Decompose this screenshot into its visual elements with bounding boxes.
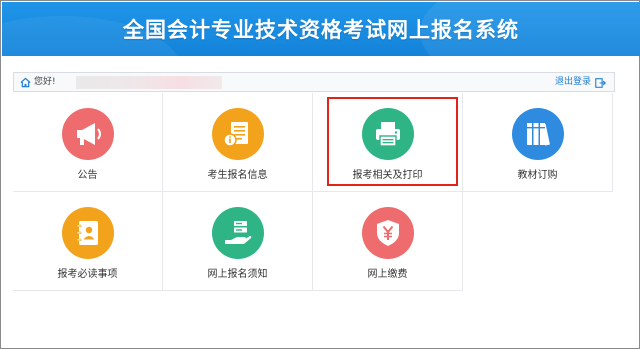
logout-label[interactable]: 退出登录 — [555, 77, 591, 88]
tile-label: 报考相关及打印 — [352, 170, 423, 181]
menu-grid: 公告 考生报名信息 报考相关及打印 教材订购 报考必读事项 网上报名须知 网上缴… — [13, 93, 613, 291]
greeting-text: 您好! — [34, 77, 56, 87]
hand-card-icon — [211, 207, 264, 259]
megaphone-icon — [61, 108, 114, 160]
tile-online-notice[interactable]: 网上报名须知 — [163, 192, 313, 291]
tile-candidate-info[interactable]: 考生报名信息 — [163, 93, 313, 192]
logout-icon[interactable] — [595, 77, 606, 88]
document-info-icon — [211, 108, 264, 160]
tile-label: 网上缴费 — [367, 269, 408, 280]
tile-registration-print[interactable]: 报考相关及打印 — [313, 93, 463, 192]
logout-link[interactable]: 退出登录 — [555, 77, 606, 88]
tile-label: 报考必读事项 — [57, 269, 118, 280]
masked-username — [76, 76, 222, 89]
tile-label: 教材订购 — [517, 170, 558, 181]
tile-label: 公告 — [77, 170, 98, 181]
tile-label: 网上报名须知 — [207, 269, 268, 280]
home-icon[interactable] — [20, 77, 31, 88]
tile-online-payment[interactable]: 网上缴费 — [313, 192, 463, 291]
tile-must-read[interactable]: 报考必读事项 — [13, 192, 163, 291]
page-title: 全国会计专业技术资格考试网上报名系统 — [123, 18, 519, 42]
header-banner: 全国会计专业技术资格考试网上报名系统 — [2, 2, 640, 56]
printer-icon — [361, 108, 414, 160]
books-icon — [511, 108, 564, 160]
yuan-shield-icon — [361, 207, 414, 259]
contacts-book-icon — [61, 207, 114, 259]
tile-announcement[interactable]: 公告 — [13, 93, 163, 192]
app-window: 全国会计专业技术资格考试网上报名系统 您好! 退出登录 公告 考生报名信息 报考… — [0, 0, 640, 349]
user-bar: 您好! 退出登录 — [13, 72, 615, 92]
tile-textbook-order[interactable]: 教材订购 — [463, 93, 613, 192]
tile-label: 考生报名信息 — [207, 170, 268, 181]
